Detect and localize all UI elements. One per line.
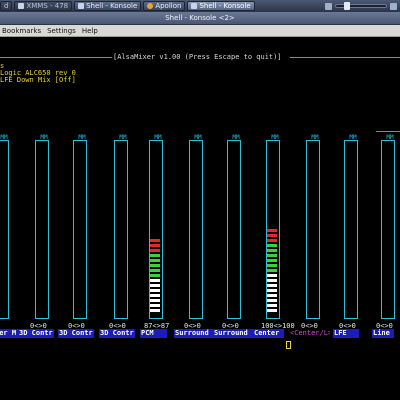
taskbar-task-xmms-label: XMMS - 478 [26,2,69,10]
frame-line-left [0,57,112,58]
taskbar: d XMMS - 478 Shell - Konsole Apollon She… [0,0,400,12]
xmms-icon [18,3,25,9]
volume-segment-r [155,254,160,257]
volume-segment-r [272,284,277,287]
taskbar-task-xmms[interactable]: XMMS - 478 [14,1,73,11]
channel-volume-bar[interactable] [189,140,203,319]
volume-segment-r [272,254,277,257]
frame-line-right [290,57,400,58]
volume-segment-r [272,249,277,252]
volume-segment-r [272,239,277,242]
volume-segment-r [155,294,160,297]
terminal-cursor [286,341,291,349]
volume-slider[interactable] [335,2,387,10]
mixer-info-item: LFE Down Mix [Off] [0,76,76,84]
channel-volume-bar[interactable] [306,140,320,319]
volume-segment-r [272,294,277,297]
channel-label[interactable]: Surround [213,329,253,338]
channel-volume-bar[interactable] [344,140,358,319]
volume-segment-r [155,309,160,312]
channel-volume-bar[interactable] [149,140,163,319]
terminal-area[interactable]: [AlsaMixer v1.00 (Press Escape to quit)]… [0,37,400,400]
taskbar-task-1-label: d [4,2,9,10]
channel-volume-bar[interactable] [381,140,395,319]
channel-label[interactable]: ter M [0,329,18,338]
taskbar-task-konsole-1-label: Shell - Konsole [86,2,138,10]
channel-volume-bar[interactable] [0,140,9,319]
volume-segment-r [272,234,277,237]
volume-segment-r [272,299,277,302]
volume-segment-r [155,304,160,307]
konsole-icon [191,3,198,9]
volume-segment-r [155,279,160,282]
volume-segment-r [272,244,277,247]
volume-segment-r [272,264,277,267]
window-title-bar[interactable]: Shell - Konsole <2> [0,12,400,25]
volume-segment-r [272,259,277,262]
channel-label[interactable]: 3D Contr [18,329,54,338]
channel-volume-bar[interactable] [35,140,49,319]
taskbar-task-konsole-1[interactable]: Shell - Konsole [74,1,142,11]
channel-label[interactable]: 3D Contr [58,329,94,338]
volume-segment-r [272,274,277,277]
channel-label[interactable]: <Center/L> [289,329,330,338]
channel-label[interactable]: Center [253,329,284,338]
volume-segment-r [155,239,160,242]
volume-icon[interactable] [325,2,332,10]
channel-label[interactable]: Line [372,329,394,338]
volume-segment-r [155,264,160,267]
volume-segment-r [272,289,277,292]
volume-segment-r [272,229,277,232]
volume-segment-r [155,274,160,277]
channel-label[interactable]: 3D Contr [99,329,135,338]
apollon-icon [147,3,154,9]
volume-segment-r [272,309,277,312]
volume-segment-r [155,289,160,292]
menu-settings[interactable]: Settings [47,27,76,35]
alsamixer-title: [AlsaMixer v1.00 (Press Escape to quit)] [113,53,282,61]
menu-help[interactable]: Help [82,27,98,35]
taskbar-task-1[interactable]: d [0,1,13,11]
frame-mark-right [376,131,400,132]
volume-slider-knob[interactable] [344,2,350,10]
volume-segment-r [155,249,160,252]
volume-segment-r [272,269,277,272]
taskbar-task-konsole-2[interactable]: Shell - Konsole [187,1,255,11]
tray-icon[interactable] [390,2,397,10]
channel-volume-bar[interactable] [73,140,87,319]
volume-segment-r [155,269,160,272]
menu-bookmarks[interactable]: Bookmarks [2,27,41,35]
channel-volume-bar[interactable] [114,140,128,319]
volume-segment-r [272,279,277,282]
channel-volume-bar[interactable] [266,140,280,319]
volume-segment-r [155,284,160,287]
menu-bar: Bookmarks Settings Help [0,25,400,37]
volume-segment-r [155,244,160,247]
channel-label[interactable]: LFE [333,329,359,338]
volume-segment-r [272,304,277,307]
channel-volume-bar[interactable] [227,140,241,319]
taskbar-task-konsole-2-label: Shell - Konsole [199,2,251,10]
volume-segment-r [155,259,160,262]
taskbar-task-apollon[interactable]: Apollon [143,1,186,11]
taskbar-task-apollon-label: Apollon [155,2,182,10]
channel-label[interactable]: Surround [174,329,214,338]
channel-label[interactable]: PCM [140,329,167,338]
konsole-icon [78,3,85,9]
window-title: Shell - Konsole <2> [165,14,235,22]
volume-segment-r [155,299,160,302]
system-tray [325,2,400,10]
